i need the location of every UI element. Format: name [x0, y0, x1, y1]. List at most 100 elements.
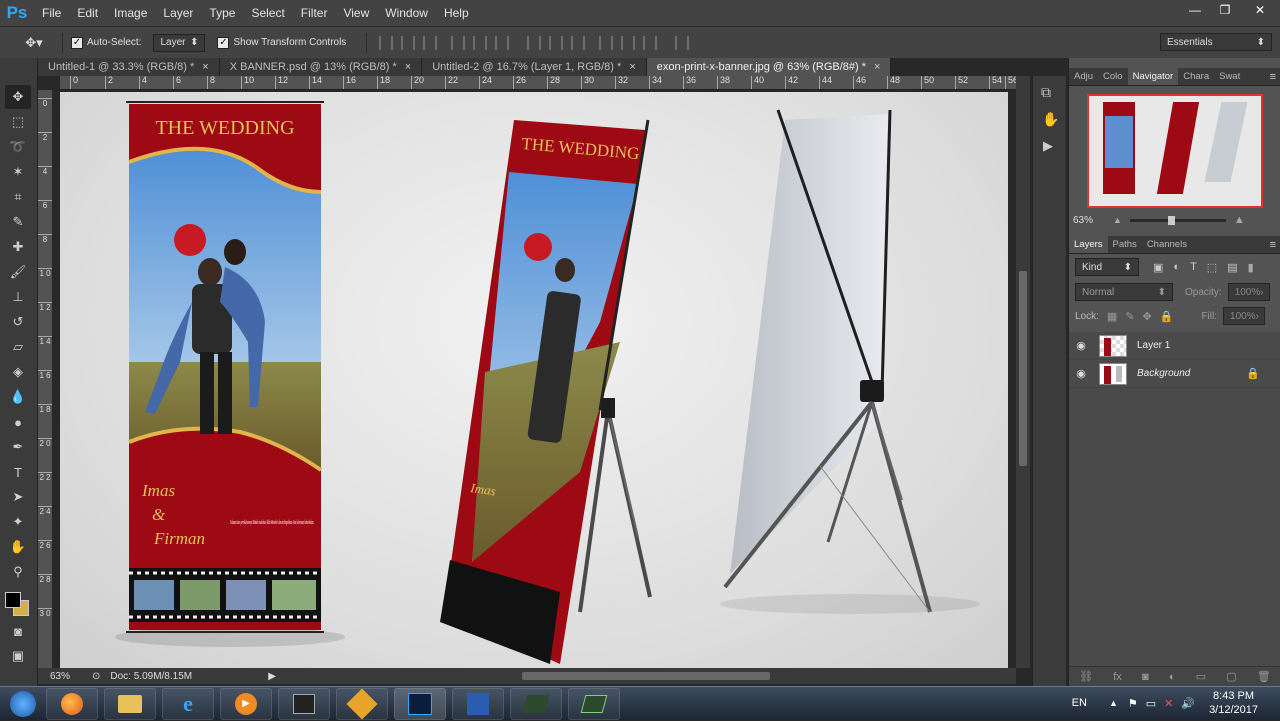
explorer-taskbar-icon[interactable] — [104, 687, 156, 720]
clock[interactable]: 8:43 PM 3/12/2017 — [1209, 689, 1258, 717]
lock-all-icon[interactable]: 🔒 — [1160, 310, 1174, 323]
filter-shape-icon[interactable]: ⬚ — [1207, 261, 1217, 274]
filter-smart-object-icon[interactable]: ▤ — [1227, 261, 1237, 274]
tab-color[interactable]: Colo — [1098, 68, 1128, 85]
workspace-dropdown[interactable]: Essentials ⬍ — [1160, 33, 1272, 51]
tab-untitled-1[interactable]: Untitled-1 @ 33.3% (RGB/8) * × — [38, 58, 220, 76]
minimize-button[interactable]: — — [1180, 0, 1210, 20]
tab-navigator[interactable]: Navigator — [1127, 68, 1179, 85]
app-taskbar-icon-2[interactable] — [510, 687, 562, 720]
filter-type-icon[interactable]: T — [1190, 261, 1197, 273]
magic-wand-tool-icon[interactable]: ✶ — [5, 160, 31, 184]
healing-brush-tool-icon[interactable]: ✚ — [5, 235, 31, 259]
close-icon[interactable]: × — [874, 61, 880, 73]
menu-layer[interactable]: Layer — [155, 0, 201, 26]
marquee-tool-icon[interactable]: ⬚ — [5, 110, 31, 134]
ie-taskbar-icon[interactable]: e — [162, 687, 214, 720]
add-mask-icon[interactable]: ◙ — [1142, 671, 1149, 683]
hand-tool-icon[interactable]: ✋ — [5, 535, 31, 559]
visibility-eye-icon[interactable]: ◉ — [1069, 367, 1093, 380]
close-icon[interactable]: × — [202, 61, 208, 73]
close-icon[interactable]: × — [629, 61, 635, 73]
delete-layer-icon[interactable]: 🗑 — [1257, 670, 1271, 683]
menu-image[interactable]: Image — [106, 0, 155, 26]
visibility-eye-icon[interactable]: ◉ — [1069, 339, 1093, 352]
start-button[interactable] — [0, 687, 46, 721]
distribute-vcenter-icon[interactable] — [549, 35, 564, 50]
tab-swatches[interactable]: Swat — [1214, 68, 1245, 85]
move-tool-icon[interactable]: ✥ — [5, 85, 31, 109]
network-icon[interactable]: ✕ — [1164, 697, 1173, 710]
zoom-tool-icon[interactable]: ⚲ — [5, 560, 31, 584]
layer-style-icon[interactable]: fx — [1113, 671, 1122, 683]
fill-field[interactable]: 100% › — [1223, 307, 1266, 325]
lock-pixels-icon[interactable]: ✎ — [1125, 310, 1134, 323]
language-indicator[interactable]: EN — [1072, 697, 1087, 709]
shape-tool-icon[interactable]: ✦ — [5, 510, 31, 534]
menu-filter[interactable]: Filter — [293, 0, 336, 26]
zoom-out-icon[interactable]: ▲ — [1113, 215, 1122, 225]
screen-mode-icon[interactable]: ▣ — [5, 644, 31, 668]
word-taskbar-icon[interactable] — [452, 687, 504, 720]
filter-pixel-icon[interactable]: ▣ — [1153, 261, 1163, 274]
lock-transparency-icon[interactable]: ▦ — [1107, 310, 1117, 323]
auto-select-dropdown[interactable]: Layer ⬍ — [153, 33, 206, 52]
tab-adjustments[interactable]: Adju — [1069, 68, 1098, 85]
vertical-scrollbar[interactable] — [1016, 76, 1030, 668]
zoom-level[interactable]: 63% — [50, 671, 82, 682]
photoshop-taskbar-icon[interactable] — [394, 687, 446, 720]
blend-mode-dropdown[interactable]: Normal ⬍ — [1075, 283, 1173, 301]
zoom-in-icon[interactable]: ▲ — [1234, 214, 1245, 226]
pen-tool-icon[interactable]: ✒ — [5, 435, 31, 459]
align-top-icon[interactable] — [379, 35, 394, 50]
history-brush-tool-icon[interactable]: ↺ — [5, 310, 31, 334]
volume-icon[interactable]: 🔊 — [1181, 697, 1195, 710]
distribute-bottom-icon[interactable] — [571, 35, 586, 50]
brush-presets-icon[interactable]: ✋ — [1042, 111, 1066, 128]
tab-paths[interactable]: Paths — [1108, 236, 1142, 253]
auto-select-checkbox[interactable]: ✓ — [71, 36, 83, 49]
menu-edit[interactable]: Edit — [69, 0, 106, 26]
history-panel-icon[interactable]: ⧉ — [1041, 84, 1066, 101]
kind-filter-dropdown[interactable]: Kind ⬍ — [1075, 258, 1139, 276]
panel-menu-icon[interactable]: ≡ — [1270, 236, 1276, 253]
firefox-taskbar-icon[interactable] — [46, 687, 98, 720]
dodge-tool-icon[interactable]: ● — [5, 410, 31, 434]
align-left-icon[interactable] — [451, 35, 466, 50]
eyedropper-tool-icon[interactable]: ✎ — [5, 210, 31, 234]
clone-stamp-tool-icon[interactable]: ⊥ — [5, 285, 31, 309]
lasso-tool-icon[interactable]: ➰ — [5, 135, 31, 159]
adjustment-layer-icon[interactable]: ◐ — [1169, 671, 1176, 683]
distribute-top-icon[interactable] — [527, 35, 542, 50]
auto-align-icon[interactable] — [675, 35, 690, 50]
zoom-slider-thumb[interactable] — [1167, 215, 1175, 225]
filter-adjustment-icon[interactable]: ◐ — [1173, 261, 1180, 273]
navigator-preview[interactable] — [1087, 94, 1263, 208]
auto-select-option[interactable]: ✓ Auto-Select: — [71, 36, 141, 49]
transform-controls-option[interactable]: ✓ Show Transform Controls — [217, 36, 346, 49]
restore-button[interactable]: ❐ — [1210, 0, 1240, 20]
new-group-icon[interactable]: ▭ — [1196, 670, 1206, 683]
app-taskbar-icon[interactable] — [336, 687, 388, 720]
media-player-taskbar-icon[interactable]: ▶ — [220, 687, 272, 720]
eraser-tool-icon[interactable]: ▱ — [5, 335, 31, 359]
status-info-icon[interactable]: ⊙ — [92, 671, 100, 682]
tab-layers[interactable]: Layers — [1069, 236, 1108, 253]
type-tool-icon[interactable]: T — [5, 460, 31, 484]
media-classic-taskbar-icon[interactable] — [278, 687, 330, 720]
path-selection-tool-icon[interactable]: ➤ — [5, 485, 31, 509]
panel-menu-icon[interactable]: ≡ — [1270, 68, 1276, 85]
navigator-zoom-value[interactable]: 63% — [1073, 215, 1113, 226]
horizontal-scrollbar[interactable] — [282, 668, 1016, 684]
menu-help[interactable]: Help — [436, 0, 477, 26]
color-swatches[interactable] — [0, 588, 37, 618]
menu-view[interactable]: View — [335, 0, 377, 26]
layer-row-background[interactable]: ◉ Background 🔒 — [1069, 360, 1280, 388]
monitor-icon[interactable]: ▭ — [1146, 697, 1156, 710]
layer-row-layer-1[interactable]: ◉ Layer 1 — [1069, 332, 1280, 360]
new-layer-icon[interactable]: ▢ — [1226, 670, 1236, 683]
action-center-flag-icon[interactable]: ⚑ — [1128, 697, 1138, 710]
align-hcenter-icon[interactable] — [473, 35, 488, 50]
menu-type[interactable]: Type — [201, 0, 243, 26]
align-bottom-icon[interactable] — [423, 35, 438, 50]
